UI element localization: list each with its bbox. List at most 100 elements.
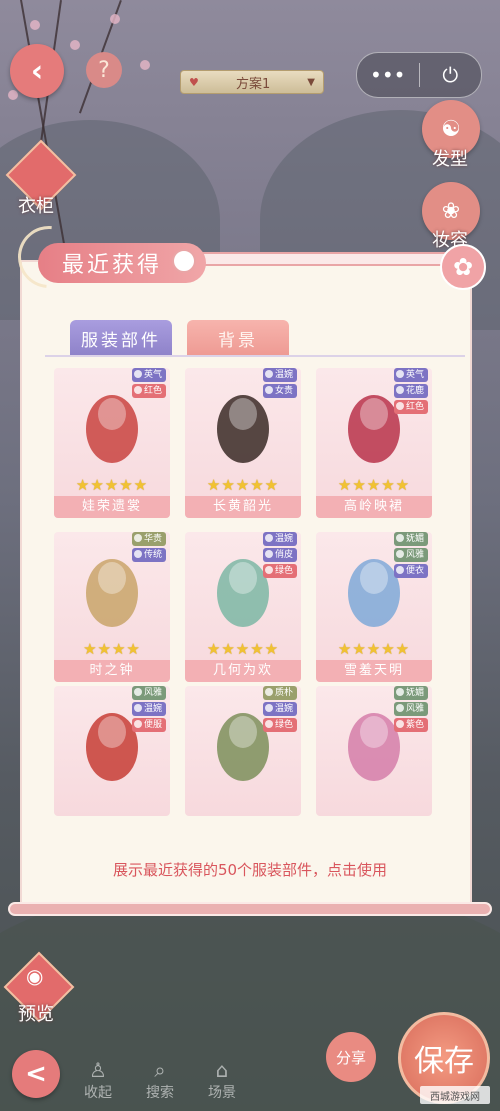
tab-clothing-parts[interactable]: 服装部件 bbox=[70, 320, 172, 356]
hair-icon: ☯ bbox=[441, 116, 461, 142]
item-tag: 绿色 bbox=[262, 564, 297, 578]
item-stars: ★★★★★ bbox=[337, 476, 411, 494]
item-card[interactable]: 妩媚风雅便衣 ★★★★★ 雪羞天明 bbox=[316, 532, 432, 682]
item-tag: 花鹿 bbox=[393, 384, 428, 398]
item-tag: 便衣 bbox=[393, 564, 428, 578]
scene-button[interactable]: ⌂ 场景 bbox=[202, 1058, 242, 1102]
item-tags: 质朴 温婉 绿色 bbox=[262, 686, 297, 732]
item-tags: 英气 花鹿 红色 bbox=[393, 368, 428, 414]
preview-label: 预览 bbox=[18, 1004, 54, 1025]
share-button[interactable]: 分享 bbox=[326, 1032, 376, 1082]
scheme-selector[interactable]: ♥ 方案1 ▼ bbox=[180, 70, 324, 94]
tab-divider bbox=[45, 355, 465, 357]
chevron-left-icon: < bbox=[25, 1059, 47, 1089]
item-name: 时之钟 bbox=[54, 660, 170, 682]
tab-background[interactable]: 背景 bbox=[187, 320, 289, 356]
item-card[interactable]: 英气花鹿红色 ★★★★★ 高岭映裙 bbox=[316, 368, 432, 518]
item-stars: ★★★★★ bbox=[75, 476, 149, 494]
item-card[interactable]: 温婉女贵 ★★★★★ 长黄韶光 bbox=[185, 368, 301, 518]
close-button[interactable]: ⏻ bbox=[420, 63, 482, 87]
item-tag: 风雅 bbox=[131, 686, 166, 700]
chevron-down-icon: ▼ bbox=[307, 76, 315, 88]
watermark: 西城游戏网 bbox=[420, 1086, 490, 1104]
item-card[interactable]: 质朴 温婉 绿色 bbox=[185, 686, 301, 816]
blossom bbox=[30, 20, 40, 30]
item-tag: 质朴 bbox=[262, 686, 297, 700]
mini-program-capsule: ••• ⏻ bbox=[356, 52, 482, 98]
item-tag: 绿色 bbox=[262, 718, 297, 732]
chevron-left-icon: ‹ bbox=[30, 53, 44, 89]
blossom bbox=[110, 14, 120, 24]
collapse-button[interactable]: ♙ 收起 bbox=[78, 1058, 118, 1102]
item-tags: 英气 红色 bbox=[131, 368, 166, 398]
item-tag: 温婉 bbox=[262, 702, 297, 716]
back-button[interactable]: ‹ bbox=[10, 44, 64, 98]
title-bar-line bbox=[176, 252, 452, 266]
item-tag: 风雅 bbox=[393, 548, 428, 562]
item-tag: 红色 bbox=[393, 400, 428, 414]
power-icon: ⏻ bbox=[442, 63, 459, 87]
search-button[interactable]: ⌕ 搜索 bbox=[140, 1058, 180, 1102]
item-stars: ★★★★★ bbox=[337, 640, 411, 658]
item-name: 几何为欢 bbox=[185, 660, 301, 682]
item-stars: ★★★★★ bbox=[206, 640, 280, 658]
panel-bottom-bar bbox=[8, 902, 492, 916]
item-card[interactable]: 英气红色 ★★★★★ 娃荣遗裳 bbox=[54, 368, 170, 518]
item-tag: 妩媚 bbox=[393, 686, 428, 700]
item-tags: 风雅 温婉 便服 bbox=[131, 686, 166, 732]
flower-icon: ✿ bbox=[452, 253, 474, 281]
item-tag: 紫色 bbox=[393, 718, 428, 732]
close-panel-button[interactable]: ✿ bbox=[440, 244, 486, 290]
help-button[interactable]: ? bbox=[86, 52, 122, 88]
more-icon: ••• bbox=[370, 63, 406, 87]
item-tag: 英气 bbox=[393, 368, 428, 382]
item-tag: 便服 bbox=[131, 718, 166, 732]
item-name: 长黄韶光 bbox=[185, 496, 301, 518]
collapse-label: 收起 bbox=[84, 1085, 112, 1101]
blossom bbox=[140, 60, 150, 70]
item-name: 高岭映裙 bbox=[316, 496, 432, 518]
item-tags: 妩媚 风雅 便衣 bbox=[393, 532, 428, 578]
item-name: 雪羞天明 bbox=[316, 660, 432, 682]
blossom bbox=[8, 90, 18, 100]
item-tag: 女贵 bbox=[262, 384, 297, 398]
scene-label: 场景 bbox=[208, 1085, 236, 1101]
item-card[interactable]: 妩媚 风雅 紫色 bbox=[316, 686, 432, 816]
item-tag: 传统 bbox=[131, 548, 166, 562]
hair-label: 发型 bbox=[432, 149, 468, 170]
item-name: 娃荣遗裳 bbox=[54, 496, 170, 518]
item-tag: 俏皮 bbox=[262, 548, 297, 562]
item-tag: 风雅 bbox=[393, 702, 428, 716]
pavilion-icon: ⌂ bbox=[215, 1058, 229, 1082]
dress-icon: ♙ bbox=[89, 1058, 107, 1082]
lotus-icon: ❀ bbox=[441, 198, 461, 224]
item-card[interactable]: 温婉俏皮绿色 ★★★★★ 几何为欢 bbox=[185, 532, 301, 682]
item-tag: 温婉 bbox=[131, 702, 166, 716]
item-tag: 温婉 bbox=[262, 368, 297, 382]
item-stars: ★★★★ bbox=[83, 640, 141, 658]
wardrobe-label: 衣柜 bbox=[18, 196, 54, 217]
item-tags: 妩媚 风雅 紫色 bbox=[393, 686, 428, 732]
item-tag: 英气 bbox=[131, 368, 166, 382]
more-button[interactable]: ••• bbox=[357, 63, 419, 87]
item-tags: 华贵 传统 bbox=[131, 532, 166, 562]
heart-icon: ♥ bbox=[189, 75, 199, 89]
search-icon: ⌕ bbox=[154, 1058, 166, 1082]
panel-footer-note: 展示最近获得的50个服装部件，点击使用 bbox=[30, 852, 470, 892]
bottom-back-button[interactable]: < bbox=[12, 1050, 60, 1098]
item-card[interactable]: 风雅 温婉 便服 bbox=[54, 686, 170, 816]
item-card[interactable]: 华贵传统 ★★★★ 时之钟 bbox=[54, 532, 170, 682]
item-stars: ★★★★★ bbox=[206, 476, 280, 494]
blossom bbox=[70, 40, 80, 50]
item-tags: 温婉 俏皮 绿色 bbox=[262, 532, 297, 578]
item-tag: 温婉 bbox=[262, 532, 297, 546]
scheme-label: 方案1 bbox=[235, 76, 271, 92]
item-tag: 华贵 bbox=[131, 532, 166, 546]
item-tag: 妩媚 bbox=[393, 532, 428, 546]
eye-icon: ◉ bbox=[26, 964, 44, 988]
question-icon: ? bbox=[98, 57, 110, 83]
title-bar-knob bbox=[172, 249, 196, 273]
search-label: 搜索 bbox=[146, 1085, 174, 1101]
item-tags: 温婉 女贵 bbox=[262, 368, 297, 398]
item-tag: 红色 bbox=[131, 384, 166, 398]
